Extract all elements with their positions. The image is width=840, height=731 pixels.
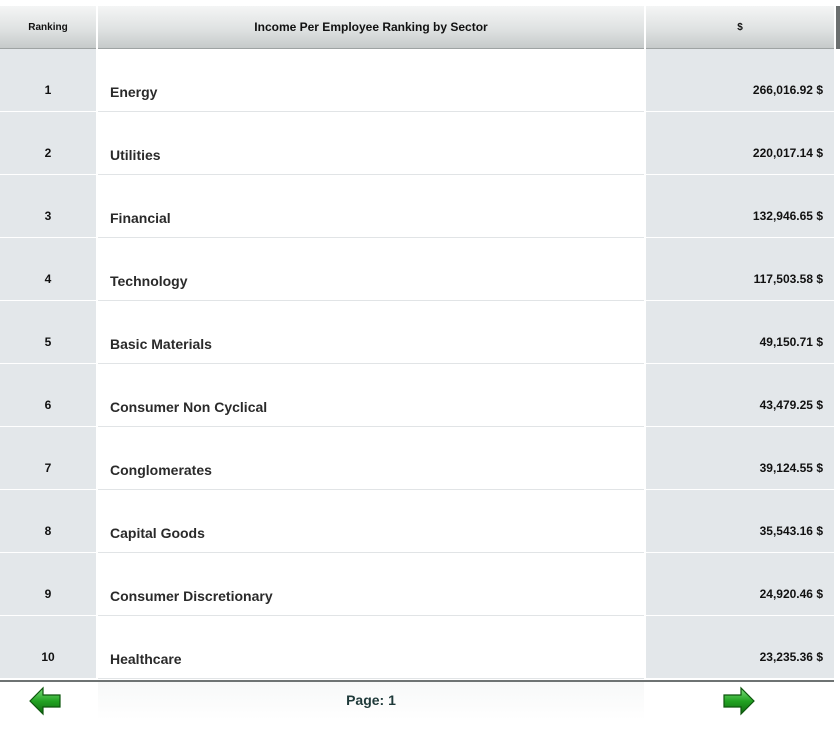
currency-column-header: $ — [646, 6, 834, 49]
sector-cell: Capital Goods — [98, 490, 644, 553]
sector-name: Consumer Non Cyclical — [110, 399, 268, 415]
sector-name: Basic Materials — [110, 336, 212, 352]
income-value: 220,017.14 $ — [752, 146, 823, 160]
sector-name: Utilities — [110, 147, 161, 163]
rank-cell: 8 — [0, 490, 96, 553]
rank-cell: 4 — [0, 238, 96, 301]
ranking-table: Ranking Income Per Employee Ranking by S… — [0, 6, 840, 679]
green-arrow-right-icon[interactable] — [722, 686, 756, 716]
table-row: 4 Technology 117,503.58 $ — [0, 238, 840, 301]
income-value: 266,016.92 $ — [752, 83, 823, 97]
income-value: 117,503.58 $ — [753, 272, 823, 286]
value-cell: 49,150.71 $ — [646, 301, 834, 364]
rank-value: 10 — [41, 650, 55, 664]
table-row: 2 Utilities 220,017.14 $ — [0, 112, 840, 175]
sector-cell: Basic Materials — [98, 301, 644, 364]
table-body: 1 Energy 266,016.92 $ 2 Utilities 220,017.14 … — [0, 49, 840, 679]
value-cell: 43,479.25 $ — [646, 364, 834, 427]
income-value: 35,543.16 $ — [759, 524, 823, 538]
rank-cell: 6 — [0, 364, 96, 427]
sector-cell: Consumer Non Cyclical — [98, 364, 644, 427]
rank-cell: 10 — [0, 616, 96, 679]
header-edge-divider — [836, 6, 840, 49]
value-cell: 35,543.16 $ — [646, 490, 834, 553]
income-value: 39,124.55 $ — [759, 461, 823, 475]
income-value: 43,479.25 $ — [759, 398, 823, 412]
sector-cell: Financial — [98, 175, 644, 238]
rank-cell: 5 — [0, 301, 96, 364]
table-row: 3 Financial 132,946.65 $ — [0, 175, 840, 238]
sector-name: Financial — [110, 210, 171, 226]
income-value: 23,235.36 $ — [759, 650, 823, 664]
table-row: 6 Consumer Non Cyclical 43,479.25 $ — [0, 364, 840, 427]
sector-cell: Energy — [98, 49, 644, 112]
rank-value: 9 — [44, 587, 52, 601]
table-row: 8 Capital Goods 35,543.16 $ — [0, 490, 840, 553]
rank-cell: 2 — [0, 112, 96, 175]
rank-value: 8 — [44, 524, 52, 538]
value-cell: 220,017.14 $ — [646, 112, 834, 175]
table-row: 9 Consumer Discretionary 24,920.46 $ — [0, 553, 840, 616]
income-value: 49,150.71 $ — [759, 335, 823, 349]
sector-name: Technology — [110, 273, 188, 289]
value-cell: 117,503.58 $ — [646, 238, 834, 301]
sector-cell: Utilities — [98, 112, 644, 175]
rank-value: 5 — [44, 335, 52, 349]
sector-name: Healthcare — [110, 651, 182, 667]
pagination-footer: Page: 1 — [0, 680, 840, 731]
value-cell: 39,124.55 $ — [646, 427, 834, 490]
rank-value: 1 — [44, 83, 52, 97]
sector-cell: Technology — [98, 238, 644, 301]
rank-cell: 9 — [0, 553, 96, 616]
table-row: 5 Basic Materials 49,150.71 $ — [0, 301, 840, 364]
value-cell: 266,016.92 $ — [646, 49, 834, 112]
table-row: 7 Conglomerates 39,124.55 $ — [0, 427, 840, 490]
sector-name: Conglomerates — [110, 462, 212, 478]
table-row: 1 Energy 266,016.92 $ — [0, 49, 840, 112]
value-cell: 132,946.65 $ — [646, 175, 834, 238]
ranking-column-header: Ranking — [0, 6, 96, 49]
sector-cell: Consumer Discretionary — [98, 553, 644, 616]
sector-cell: Conglomerates — [98, 427, 644, 490]
table-header: Ranking Income Per Employee Ranking by S… — [0, 6, 840, 49]
sector-name: Consumer Discretionary — [110, 588, 273, 604]
value-cell: 23,235.36 $ — [646, 616, 834, 679]
rank-value: 4 — [44, 272, 52, 286]
rank-cell: 7 — [0, 427, 96, 490]
sector-name: Energy — [110, 84, 158, 100]
table-row: 10 Healthcare 23,235.36 $ — [0, 616, 840, 679]
sector-name: Capital Goods — [110, 525, 205, 541]
rank-value: 6 — [44, 398, 52, 412]
green-arrow-left-icon[interactable] — [28, 686, 62, 716]
rank-value: 7 — [44, 461, 52, 475]
rank-cell: 3 — [0, 175, 96, 238]
sector-cell: Healthcare — [98, 616, 644, 679]
page-indicator: Page: 1 — [346, 692, 396, 708]
title-column-header: Income Per Employee Ranking by Sector — [98, 6, 644, 49]
rank-value: 2 — [44, 146, 52, 160]
value-cell: 24,920.46 $ — [646, 553, 834, 616]
rank-value: 3 — [44, 209, 52, 223]
income-value: 132,946.65 $ — [752, 209, 823, 223]
rank-cell: 1 — [0, 49, 96, 112]
income-value: 24,920.46 $ — [759, 587, 823, 601]
